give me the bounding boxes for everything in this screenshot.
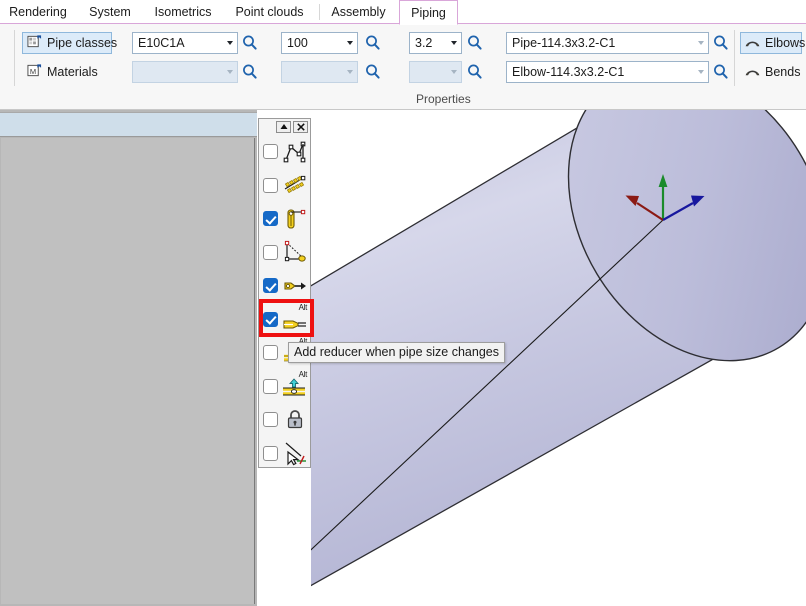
elbow-component-browse-button[interactable] (712, 62, 730, 82)
pipe-classes-label: Pipe classes (47, 36, 117, 50)
bend-icon (745, 64, 760, 80)
tab-label: System (89, 5, 131, 19)
pipe-classes-button[interactable]: Pipe classes (22, 32, 112, 54)
application-window: Rendering System Isometrics Point clouds… (0, 0, 806, 606)
checkbox-add-branch[interactable] (263, 379, 278, 394)
tooltip: Add reducer when pipe size changes (288, 342, 505, 363)
palette-item-parallel-route[interactable] (259, 169, 310, 203)
tab-system[interactable]: System (76, 0, 144, 24)
nominal-size-combo[interactable]: 100 (281, 32, 358, 54)
checkbox-parallel-route[interactable] (263, 178, 278, 193)
lock-icon (282, 407, 308, 433)
palette-item-vertical-lock[interactable] (259, 202, 310, 236)
flow-direction-icon (282, 273, 308, 299)
tab-point-clouds[interactable]: Point clouds (222, 0, 317, 24)
checkbox-lock-route[interactable] (263, 412, 278, 427)
checkbox-polyline-route[interactable] (263, 144, 278, 159)
pipe-classes-icon (27, 34, 42, 52)
chevron-down-icon[interactable] (693, 41, 708, 45)
tab-label: Point clouds (235, 5, 303, 19)
nominal-size-value: 100 (282, 36, 342, 50)
palette-close-button[interactable] (293, 121, 308, 133)
palette-item-list: Alt Alt (259, 135, 310, 467)
pipe-class-browse-button[interactable] (241, 33, 259, 53)
palette-item-lock-route[interactable] (259, 403, 310, 437)
palette-item-polyline-route[interactable] (259, 135, 310, 169)
snap-cursor-icon (282, 440, 308, 466)
ribbon-tab-bar: Rendering System Isometrics Point clouds… (0, 0, 806, 24)
nominal-size-2-browse-button[interactable] (364, 62, 382, 82)
polyline-route-icon (282, 139, 308, 165)
tab-isometrics[interactable]: Isometrics (144, 0, 222, 24)
group-divider (14, 30, 15, 86)
checkbox-vertical-lock[interactable] (263, 211, 278, 226)
wall-thickness-value: 3.2 (410, 36, 446, 50)
palette-item-angle-constraint[interactable] (259, 236, 310, 270)
materials-button[interactable]: M Materials (22, 61, 112, 83)
palette-collapse-button[interactable] (276, 121, 291, 133)
tab-label: Assembly (331, 5, 385, 19)
chevron-down-icon[interactable] (693, 70, 708, 74)
material-combo[interactable] (132, 61, 238, 83)
palette-item-snap-to-point[interactable] (259, 437, 310, 471)
left-dock-header (0, 112, 257, 137)
elbow-component-combo[interactable]: Elbow-114.3x3.2-C1 (506, 61, 709, 83)
chevron-down-icon[interactable] (342, 70, 357, 74)
routing-options-palette: Alt Alt (258, 118, 311, 468)
tab-rendering[interactable]: Rendering (0, 0, 76, 24)
elbow-icon (745, 35, 760, 51)
left-dock-panel (0, 110, 257, 606)
checkbox-add-reducer[interactable] (263, 312, 278, 327)
branch-icon: Alt (282, 373, 308, 399)
pipe-class-value: E10C1A (133, 36, 222, 50)
checkbox-add-gasket[interactable] (263, 345, 278, 360)
material-browse-button[interactable] (241, 62, 259, 82)
chevron-down-icon[interactable] (222, 70, 237, 74)
palette-item-add-reducer[interactable]: Alt (259, 303, 310, 337)
palette-item-flow-direction[interactable] (259, 269, 310, 303)
bends-button[interactable]: Bends (740, 61, 802, 83)
materials-icon: M (27, 63, 42, 81)
checkbox-snap-to-point[interactable] (263, 446, 278, 461)
pipe-component-browse-button[interactable] (712, 33, 730, 53)
tab-piping[interactable]: Piping (399, 0, 458, 25)
nominal-size-browse-button[interactable] (364, 33, 382, 53)
palette-item-add-branch[interactable]: Alt (259, 370, 310, 404)
chevron-down-icon[interactable] (222, 41, 237, 45)
angle-constraint-icon (282, 239, 308, 265)
wall-thickness-combo-2[interactable] (409, 61, 462, 83)
tab-assembly[interactable]: Assembly (320, 0, 397, 24)
materials-label: Materials (47, 65, 98, 79)
elbows-label: Elbows (765, 36, 805, 50)
chevron-down-icon[interactable] (446, 41, 461, 45)
pipe-component-combo[interactable]: Pipe-114.3x3.2-C1 (506, 32, 709, 54)
group-divider (734, 30, 735, 86)
left-dock-content (1, 138, 255, 604)
palette-title-bar (259, 119, 310, 134)
tab-label: Rendering (9, 5, 67, 19)
bends-label: Bends (765, 65, 800, 79)
ribbon-panel: Pipe classes M Materials E10C1A (0, 24, 806, 110)
reducer-icon: Alt (282, 306, 308, 332)
chevron-down-icon[interactable] (446, 70, 461, 74)
vertical-lock-icon (282, 206, 308, 232)
tab-label: Isometrics (155, 5, 212, 19)
pipe-component-value: Pipe-114.3x3.2-C1 (507, 36, 693, 50)
chevron-down-icon[interactable] (342, 41, 357, 45)
elbow-component-value: Elbow-114.3x3.2-C1 (507, 65, 693, 79)
properties-group-label: Properties (416, 92, 471, 106)
svg-text:M: M (30, 67, 36, 76)
elbows-button[interactable]: Elbows (740, 32, 802, 54)
pipe-class-combo[interactable]: E10C1A (132, 32, 238, 54)
tab-label: Piping (411, 6, 446, 20)
nominal-size-combo-2[interactable] (281, 61, 358, 83)
parallel-route-icon (282, 172, 308, 198)
wall-thickness-browse-button[interactable] (466, 33, 484, 53)
checkbox-flow-direction[interactable] (263, 278, 278, 293)
checkbox-angle-constraint[interactable] (263, 245, 278, 260)
wall-thickness-combo[interactable]: 3.2 (409, 32, 462, 54)
wall-thickness-2-browse-button[interactable] (466, 62, 484, 82)
